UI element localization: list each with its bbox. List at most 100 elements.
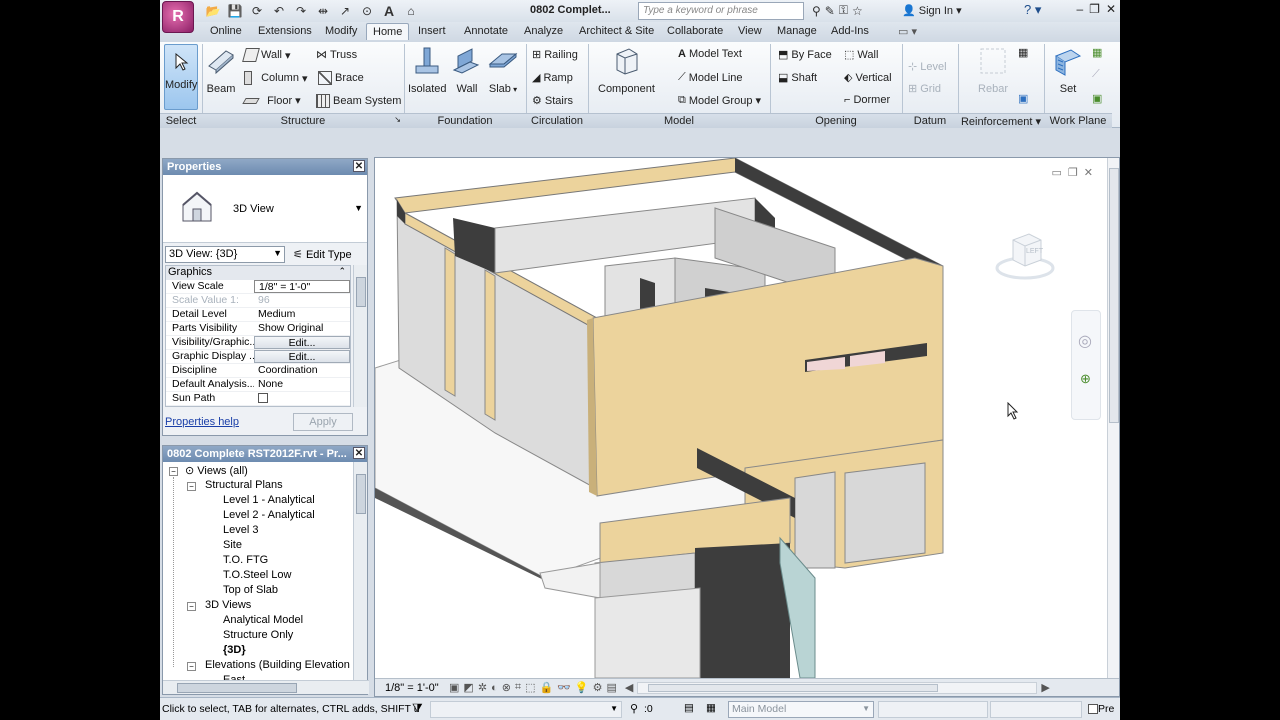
communication-icon[interactable]: ⚿ [839, 3, 848, 18]
temporary-view-icon[interactable]: ▤ [607, 681, 617, 694]
text-icon[interactable]: A [380, 3, 398, 19]
wall-button[interactable]: Wall ▾ [242, 48, 291, 62]
help-button[interactable]: ? ▾ [1024, 2, 1041, 18]
press-drag-checkbox[interactable]: Pre [1088, 703, 1114, 715]
show-rendering-icon[interactable]: ⊗ [502, 681, 511, 694]
properties-scrollbar[interactable] [353, 265, 367, 407]
property-value[interactable]: Medium [254, 308, 350, 321]
property-row[interactable]: Parts Visibility Show Original [166, 322, 350, 336]
tag-icon[interactable]: ⊙ [358, 3, 376, 19]
shaft-button[interactable]: ⬓ Shaft [778, 71, 817, 85]
tree-item-selected[interactable]: {3D} [223, 644, 246, 656]
viewport-scrollbar[interactable] [1107, 158, 1119, 678]
tree-node-3d-views[interactable]: 3D Views [205, 599, 251, 611]
rebar-button[interactable]: Rebar [976, 46, 1010, 95]
dormer-button[interactable]: ⌐ Dormer [844, 94, 890, 106]
application-menu-button[interactable]: R [162, 1, 194, 33]
collapse-icon[interactable]: − [187, 482, 196, 491]
property-value[interactable]: 1/8" = 1'-0" [254, 280, 350, 293]
dimension-icon[interactable]: ↗ [336, 3, 354, 19]
filter-icon[interactable]: ⧩ [412, 701, 423, 716]
detail-level-icon[interactable]: ▣ [449, 681, 459, 694]
browser-hscrollbar[interactable] [163, 680, 369, 694]
viewcube[interactable]: LEFT [995, 226, 1055, 286]
tab-architect-site[interactable]: Architect & Site [579, 25, 654, 37]
editable-icon[interactable]: ▦ [706, 702, 716, 714]
lock-view-icon[interactable]: 🔒 [540, 681, 554, 694]
properties-help-link[interactable]: Properties help [165, 416, 239, 428]
tree-item[interactable]: Structure Only [223, 629, 293, 641]
tab-collaborate[interactable]: Collaborate [667, 25, 723, 37]
design-options-icon[interactable]: ▤ [684, 702, 694, 714]
slab-button[interactable]: Slab ▾ [488, 46, 518, 95]
show-workplane-button[interactable]: ▦ [1092, 46, 1102, 59]
set-workplane-button[interactable]: Set [1052, 46, 1084, 95]
collapse-icon[interactable]: − [187, 662, 196, 671]
isolated-foundation-button[interactable]: Isolated [408, 46, 447, 95]
opening-wall-button[interactable]: ⬚ Wall [844, 48, 878, 62]
property-row[interactable]: Graphic Display ... Edit... [166, 350, 350, 364]
edit-button[interactable]: Edit... [254, 350, 350, 363]
scroll-thumb[interactable] [177, 683, 297, 693]
property-row[interactable]: Default Analysis... None [166, 378, 350, 392]
beam-system-button[interactable]: Beam System [316, 94, 401, 108]
horizontal-scrollbar[interactable] [637, 681, 1038, 694]
component-button[interactable]: Component [598, 46, 655, 95]
visual-style-icon[interactable]: ◩ [463, 681, 473, 694]
reveal-hidden-icon[interactable]: 💡 [575, 681, 589, 694]
level-button[interactable]: ⊹ Level [908, 60, 947, 74]
by-face-button[interactable]: ⬒ By Face [778, 48, 832, 62]
tree-item[interactable]: Site [223, 539, 242, 551]
model-text-button[interactable]: A Model Text [678, 48, 742, 60]
open-icon[interactable]: 📂 [204, 3, 222, 19]
save-icon[interactable]: 💾 [226, 3, 244, 19]
favorites-icon[interactable]: ☆ [852, 4, 863, 18]
subscription-icon[interactable]: ✎ [825, 4, 835, 18]
tab-analyze[interactable]: Analyze [524, 25, 563, 37]
property-row[interactable]: Sun Path [166, 392, 350, 406]
tab-online[interactable]: Online [210, 25, 242, 37]
tree-item[interactable]: T.O.Steel Low [223, 569, 291, 581]
ramp-button[interactable]: ◢ Ramp [532, 71, 573, 85]
redo-icon[interactable]: ↷ [292, 3, 310, 19]
tree-item[interactable]: Analytical Model [223, 614, 303, 626]
sign-in-button[interactable]: 👤 Sign In ▾ [902, 4, 962, 17]
tab-insert[interactable]: Insert [418, 25, 446, 37]
scroll-thumb[interactable] [356, 474, 366, 514]
browser-scrollbar[interactable] [353, 462, 367, 682]
3d-view-icon[interactable]: ⌂ [402, 3, 420, 19]
tree-node-structural-plans[interactable]: Structural Plans [205, 479, 283, 491]
property-row[interactable]: View Scale 1/8" = 1'-0" [166, 280, 350, 294]
property-row[interactable]: Discipline Coordination [166, 364, 350, 378]
tab-extra-icon[interactable]: ▭ ▾ [898, 25, 917, 38]
workset-selector[interactable]: ▼ [430, 701, 622, 718]
edit-type-button[interactable]: ⚟ Edit Type [293, 248, 352, 261]
tree-item[interactable]: Level 2 - Analytical [223, 509, 315, 521]
sun-path-checkbox[interactable] [254, 392, 350, 405]
steering-wheel-icon[interactable]: ◎ [1078, 331, 1092, 351]
dialog-launcher-icon[interactable]: ↘ [394, 115, 401, 124]
minimize-icon[interactable]: – [1076, 2, 1083, 16]
property-value[interactable]: Coordination [254, 364, 350, 377]
ref-plane-button[interactable]: ⟋ [1092, 68, 1100, 81]
restore-icon[interactable]: ❐ [1089, 2, 1100, 16]
scroll-thumb[interactable] [1109, 168, 1119, 423]
tab-modify[interactable]: Modify [325, 25, 357, 37]
scroll-thumb[interactable] [648, 683, 939, 692]
reinforcement-tool-2[interactable]: ▣ [1018, 92, 1028, 105]
model-group-button[interactable]: ⧉ Model Group ▾ [678, 94, 761, 107]
type-selector[interactable]: 3D View ▼ [163, 175, 367, 243]
minimize-icon[interactable]: ▭ [1052, 166, 1062, 179]
group-header-graphics[interactable]: Graphics ⌃ [166, 266, 350, 280]
wall-foundation-button[interactable]: Wall [452, 46, 482, 95]
close-icon[interactable]: ✕ [1106, 2, 1116, 16]
analytical-model-icon[interactable]: ⚙ [593, 681, 603, 694]
apply-button[interactable]: Apply [293, 413, 353, 431]
column-button[interactable]: Column ▾ [244, 71, 308, 85]
search-input[interactable]: Type a keyword or phrase [638, 2, 804, 20]
stairs-button[interactable]: ⚙ Stairs [532, 94, 573, 108]
property-value[interactable]: Show Original [254, 322, 350, 335]
close-icon[interactable]: ✕ [353, 160, 365, 172]
grid-button[interactable]: ⊞ Grid [908, 82, 941, 96]
floor-button[interactable]: Floor ▾ [242, 94, 301, 107]
